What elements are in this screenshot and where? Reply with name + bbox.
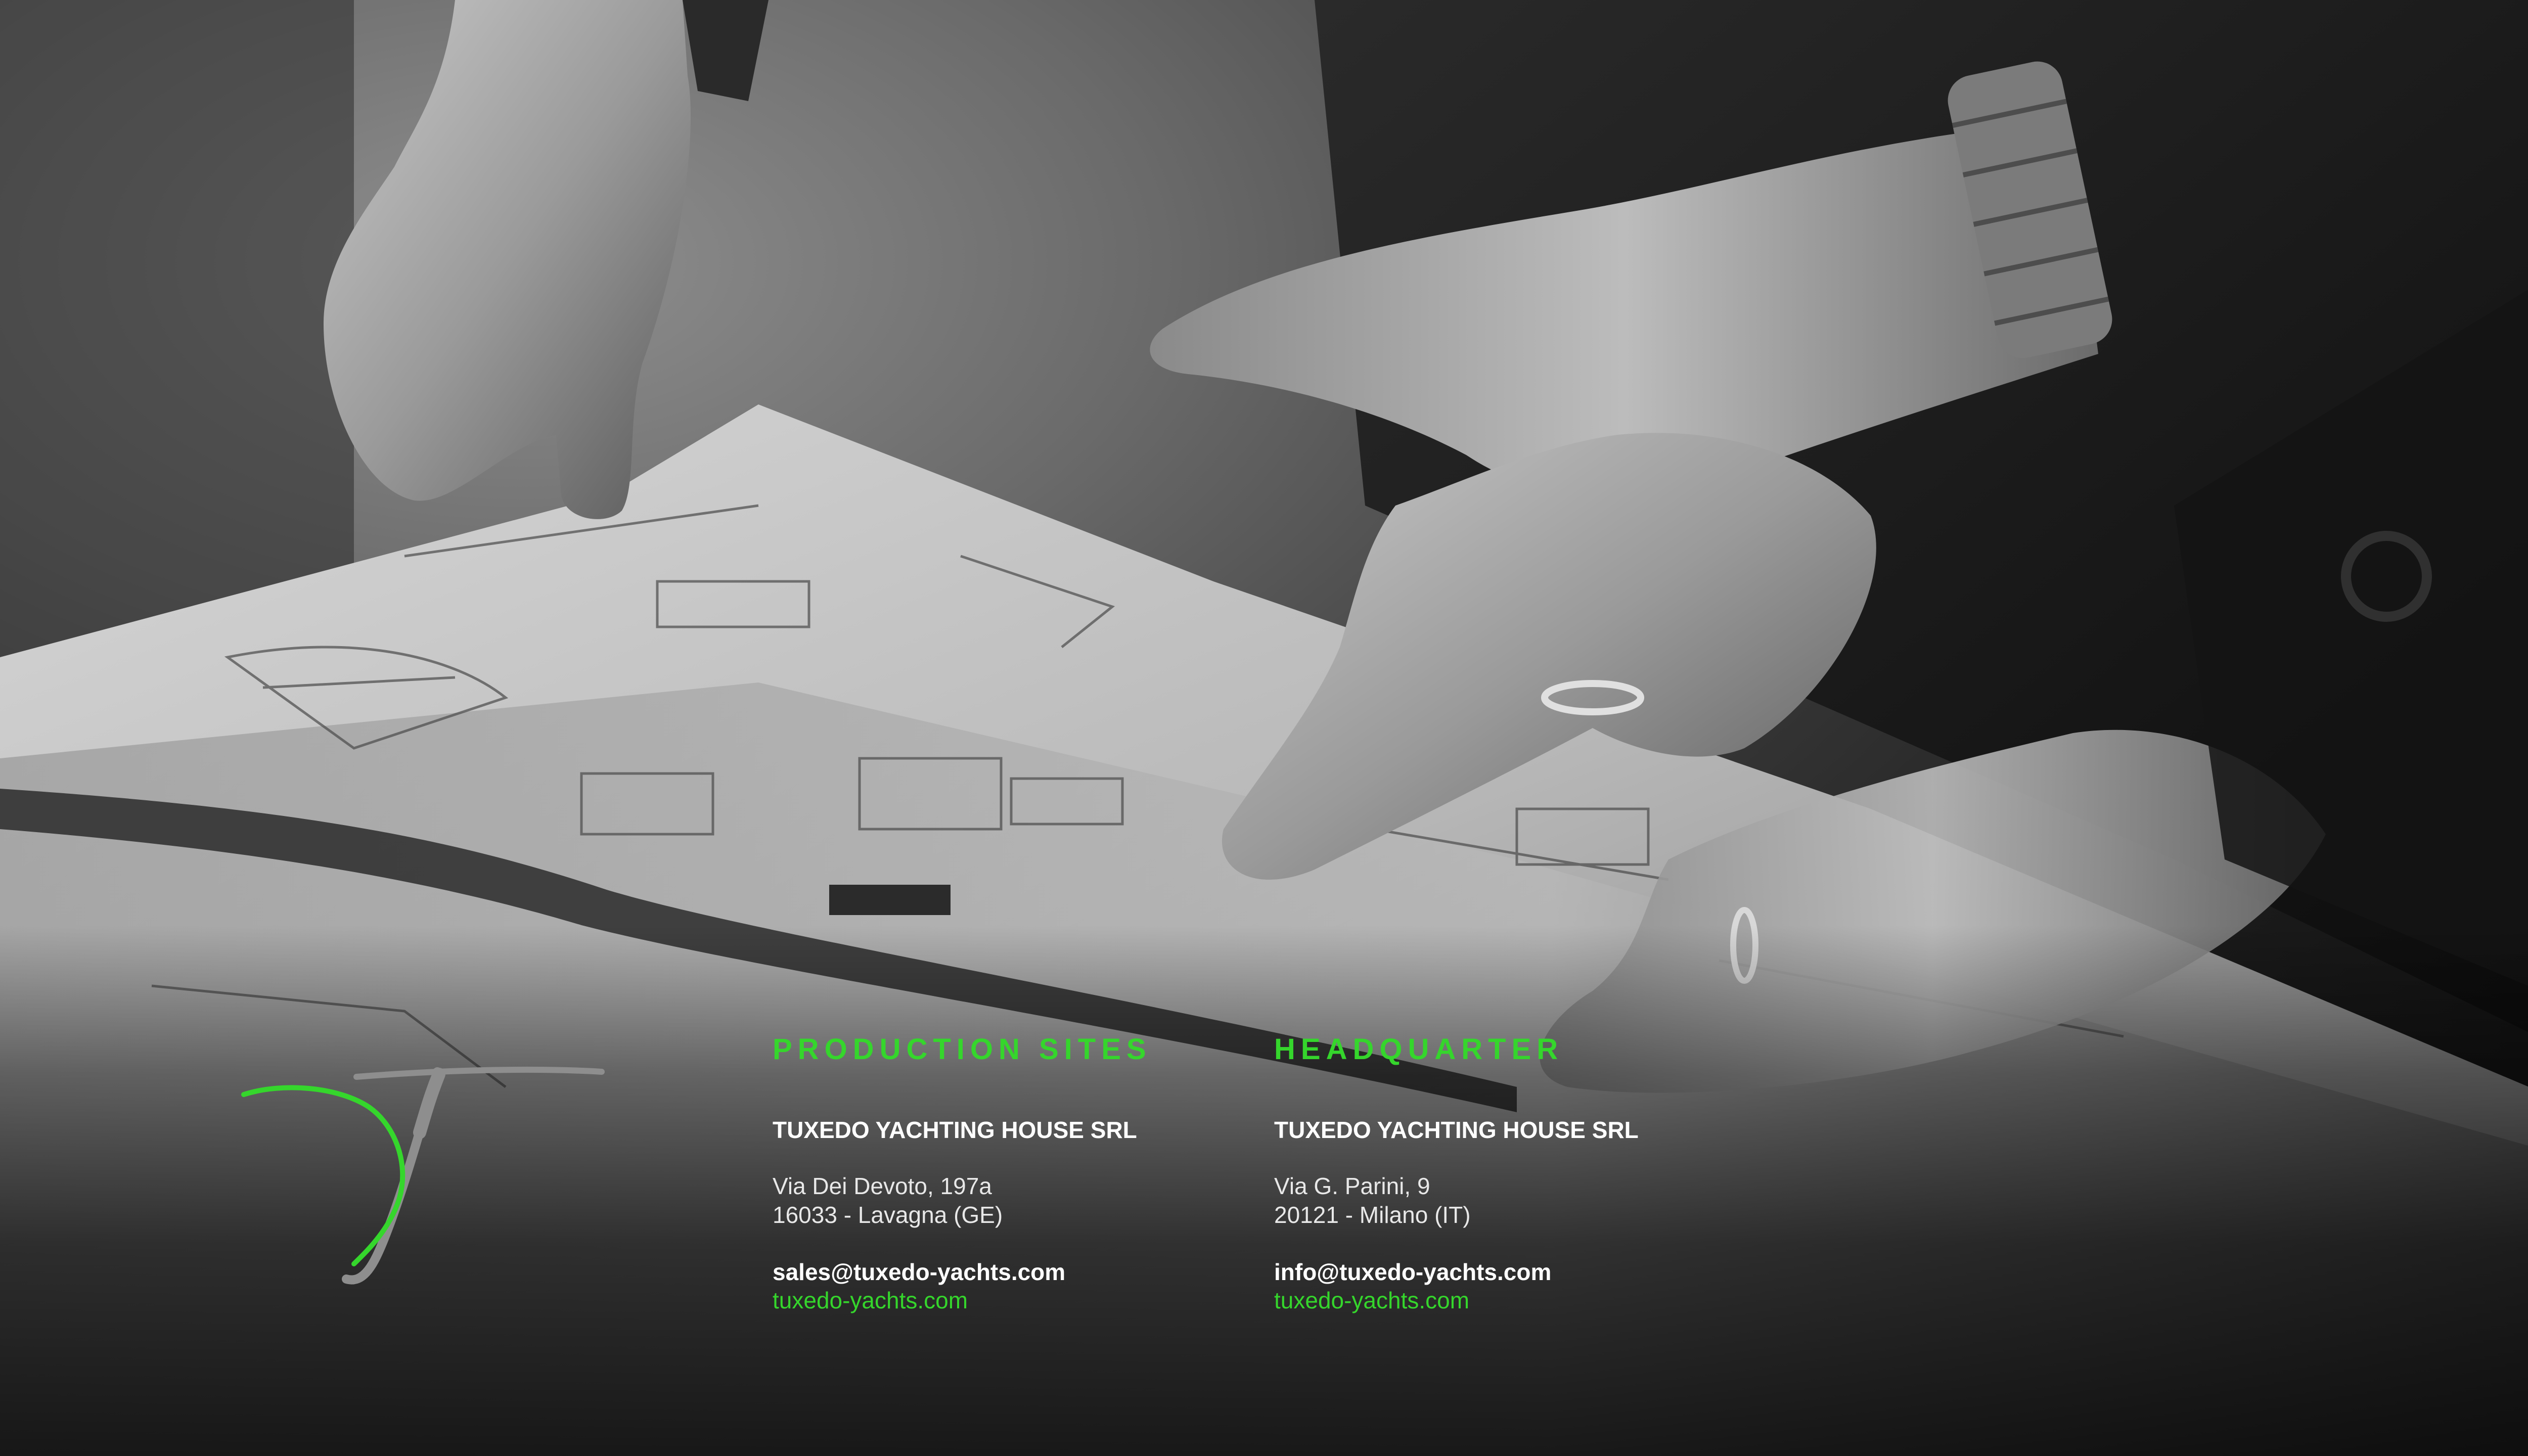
production-website-link[interactable]: tuxedo-yachts.com <box>773 1286 1152 1314</box>
headquarter-column: HEADQUARTER TUXEDO YACHTING HOUSE SRL Vi… <box>1274 1031 1639 1314</box>
production-address: Via Dei Devoto, 197a 16033 - Lavagna (GE… <box>773 1172 1152 1230</box>
production-sites-heading: PRODUCTION SITES <box>773 1033 1152 1066</box>
production-email-link[interactable]: sales@tuxedo-yachts.com <box>773 1258 1152 1286</box>
production-company-name: TUXEDO YACHTING HOUSE SRL <box>773 1117 1137 1143</box>
tuxedo-t-logo-icon <box>241 1066 605 1285</box>
headquarter-address: Via G. Parini, 9 20121 - Milano (IT) <box>1274 1172 1639 1230</box>
production-address-line2: 16033 - Lavagna (GE) <box>773 1202 1003 1228</box>
headquarter-heading: HEADQUARTER <box>1274 1033 1564 1066</box>
headquarter-address-line2: 20121 - Milano (IT) <box>1274 1202 1471 1228</box>
contact-slide: PRODUCTION SITES TUXEDO YACHTING HOUSE S… <box>0 0 2528 1456</box>
headquarter-website-link[interactable]: tuxedo-yachts.com <box>1274 1286 1639 1314</box>
headquarter-company-name: TUXEDO YACHTING HOUSE SRL <box>1274 1117 1639 1143</box>
headquarter-address-line1: Via G. Parini, 9 <box>1274 1173 1430 1199</box>
production-sites-column: PRODUCTION SITES TUXEDO YACHTING HOUSE S… <box>773 1031 1152 1314</box>
headquarter-email-link[interactable]: info@tuxedo-yachts.com <box>1274 1258 1639 1286</box>
production-address-line1: Via Dei Devoto, 197a <box>773 1173 992 1199</box>
